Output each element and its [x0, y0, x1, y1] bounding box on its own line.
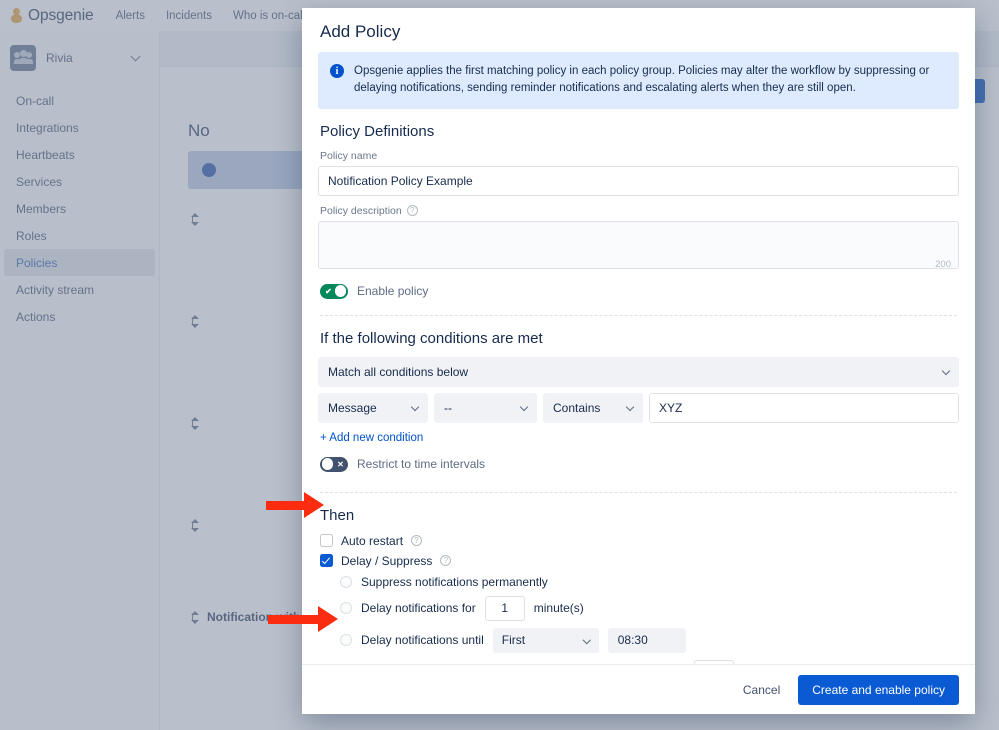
cancel-button[interactable]: Cancel: [731, 676, 792, 704]
delay-suppress-options: Suppress notifications permanently Delay…: [340, 575, 959, 664]
delay-until-time-input[interactable]: 08:30: [607, 627, 686, 653]
policy-description-label-text: Policy description: [320, 204, 402, 217]
condition-operator-select[interactable]: Contains: [543, 392, 643, 423]
policy-description-label: Policy description ?: [320, 205, 959, 217]
add-new-condition-link[interactable]: + Add new condition: [320, 432, 423, 444]
delay-suppress-checkbox[interactable]: [320, 554, 333, 567]
divider: [320, 314, 957, 316]
policy-name-label: Policy name: [320, 150, 959, 162]
then-heading: Then: [320, 506, 355, 524]
delay-until-occurrence-value: First: [501, 633, 526, 647]
delay-until-radio[interactable]: [340, 634, 352, 646]
policy-description-wrap: 200: [318, 220, 959, 274]
delay-until-occurrence-select[interactable]: First: [492, 627, 599, 653]
enable-policy-row: ✔ Enable policy: [320, 283, 959, 299]
condition-key-select[interactable]: --: [434, 392, 537, 423]
delay-for-radio[interactable]: [340, 602, 352, 614]
conditions-heading: If the following conditions are met: [320, 329, 543, 347]
restrict-time-intervals-toggle[interactable]: ✕: [320, 456, 348, 472]
chevron-down-icon: [583, 635, 591, 644]
condition-value-input[interactable]: [649, 392, 959, 423]
dialog-body: i Opsgenie applies the first matching po…: [302, 52, 975, 664]
delay-suppress-row: Delay / Suppress ?: [320, 554, 959, 568]
restrict-time-intervals-label: Restrict to time intervals: [357, 457, 486, 471]
character-limit-counter: 200: [935, 258, 951, 270]
condition-key-value: --: [444, 400, 452, 415]
chevron-down-icon: [941, 366, 951, 375]
delay-dedup-count-input[interactable]: [694, 659, 735, 664]
condition-row: Message -- Contains: [318, 392, 959, 423]
suppress-permanently-radio[interactable]: [340, 575, 352, 588]
enable-policy-toggle[interactable]: ✔: [320, 283, 348, 299]
condition-field-select[interactable]: Message: [318, 392, 428, 423]
divider: [320, 491, 957, 493]
option-delay-dedup[interactable]: Delay notifications unless the de-duplic…: [340, 659, 959, 664]
policy-name-label-text: Policy name: [320, 149, 378, 162]
close-icon: ✕: [337, 459, 344, 469]
info-banner-text: Opsgenie applies the first matching poli…: [354, 65, 930, 95]
auto-restart-row: Auto restart ?: [320, 534, 959, 548]
option-delay-until[interactable]: Delay notifications until First 08:30: [340, 627, 959, 653]
match-mode-value: Match all conditions below: [328, 364, 469, 379]
option-delay-for[interactable]: Delay notifications for minute(s): [340, 595, 959, 621]
info-icon: i: [330, 64, 344, 78]
delay-for-minutes-input[interactable]: [484, 595, 525, 621]
suppress-permanently-label: Suppress notifications permanently: [361, 574, 548, 589]
chevron-down-icon: [625, 402, 635, 411]
info-banner: i Opsgenie applies the first matching po…: [318, 52, 959, 109]
condition-value-wrap: [649, 392, 959, 423]
auto-restart-label: Auto restart: [341, 533, 404, 548]
condition-field-value: Message: [328, 400, 377, 415]
policy-name-input[interactable]: [318, 165, 959, 196]
option-suppress-permanently[interactable]: Suppress notifications permanently: [340, 575, 959, 589]
help-circle-icon[interactable]: ?: [406, 205, 418, 216]
policy-definitions-heading: Policy Definitions: [320, 122, 435, 140]
check-icon: ✔: [325, 286, 332, 296]
restrict-time-intervals-row: ✕ Restrict to time intervals: [320, 456, 959, 472]
delay-for-unit-label: minute(s): [533, 601, 584, 615]
dialog-title: Add Policy: [320, 22, 401, 41]
policy-description-textarea[interactable]: [318, 220, 959, 269]
auto-restart-checkbox[interactable]: [320, 534, 333, 547]
condition-operator-value: Contains: [553, 400, 601, 415]
dialog-footer: Cancel Create and enable policy: [302, 664, 975, 714]
chevron-down-icon: [410, 402, 420, 411]
match-mode-select[interactable]: Match all conditions below: [318, 356, 959, 387]
help-circle-icon[interactable]: ?: [440, 555, 452, 566]
create-and-enable-policy-button[interactable]: Create and enable policy: [798, 674, 959, 705]
enable-policy-label: Enable policy: [357, 284, 429, 298]
add-policy-dialog: Add Policy i Opsgenie applies the first …: [302, 8, 975, 714]
delay-suppress-label: Delay / Suppress: [341, 553, 433, 568]
delay-for-label: Delay notifications for: [361, 601, 476, 615]
chevron-down-icon: [519, 402, 529, 411]
help-circle-icon[interactable]: ?: [411, 535, 423, 546]
delay-until-label: Delay notifications until: [361, 633, 484, 647]
